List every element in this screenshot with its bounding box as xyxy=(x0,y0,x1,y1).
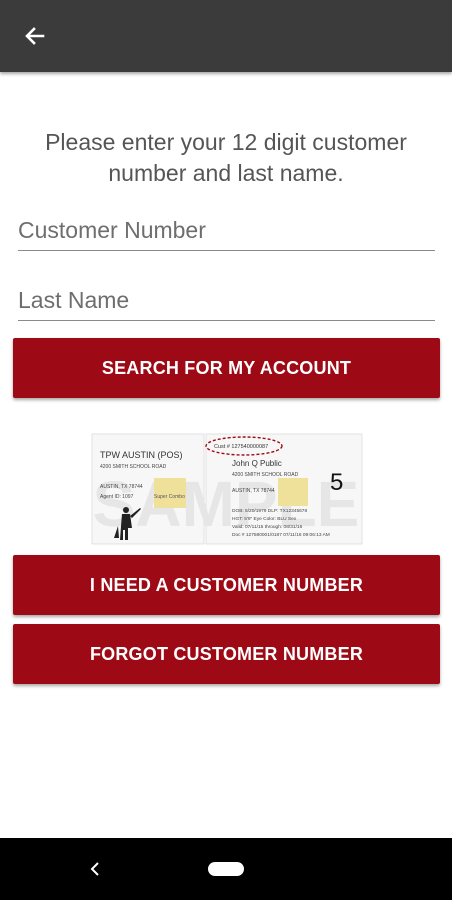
last-name-field[interactable] xyxy=(18,280,435,321)
arrow-left-icon xyxy=(25,27,45,45)
left-card-agent: Agent ID: 1097 xyxy=(100,494,134,500)
right-card-big-number: 5 xyxy=(330,469,343,496)
left-card-header: TPW AUSTIN (POS) xyxy=(100,450,183,460)
right-card-address2: AUSTIN, TX 78744 xyxy=(232,488,275,494)
forgot-customer-number-button[interactable]: FORGOT CUSTOMER NUMBER xyxy=(13,624,440,684)
customer-number-field[interactable] xyxy=(18,210,435,251)
instructions-text: Please enter your 12 digit customer numb… xyxy=(45,129,407,186)
right-card-hologram xyxy=(278,478,308,506)
left-card-hologram xyxy=(154,478,186,508)
need-customer-number-button[interactable]: I NEED A CUSTOMER NUMBER xyxy=(13,555,440,615)
right-card-line2: HGT: 5'9" Eye Color: BLU Sex xyxy=(232,516,297,522)
nav-back-icon[interactable] xyxy=(84,858,106,880)
right-card-name: John Q Public xyxy=(232,459,282,468)
right-card-line4: Doc # 127580001/0187 07/11/16 09:06:13 A… xyxy=(232,532,330,538)
app-bar xyxy=(0,0,452,72)
left-card-combo: Super Combo xyxy=(154,494,185,500)
sample-watermark: SAMPLE xyxy=(93,468,360,540)
system-nav-bar xyxy=(0,838,452,900)
left-card-address2: AUSTIN, TX 78744 xyxy=(100,484,143,490)
back-button[interactable] xyxy=(14,15,56,57)
search-account-button[interactable]: SEARCH FOR MY ACCOUNT xyxy=(13,338,440,398)
right-card-line1: DOB: 5/20/1979 DLP: TX12345678 xyxy=(232,508,307,514)
right-card-cust-no: Cust # 127540000087 xyxy=(214,444,268,450)
sample-license-image: SAMPLE TPW AUSTIN (POS) 4200 SMITH SCHOO… xyxy=(91,433,363,545)
right-card-address1: 4200 SMITH SCHOOL ROAD xyxy=(232,472,299,478)
left-card-address1: 4200 SMITH SCHOOL ROAD xyxy=(100,464,167,470)
nav-home-pill[interactable] xyxy=(208,862,244,876)
right-card-line3: Valid: 07/11/15 through: 08/31/16 xyxy=(232,524,303,530)
